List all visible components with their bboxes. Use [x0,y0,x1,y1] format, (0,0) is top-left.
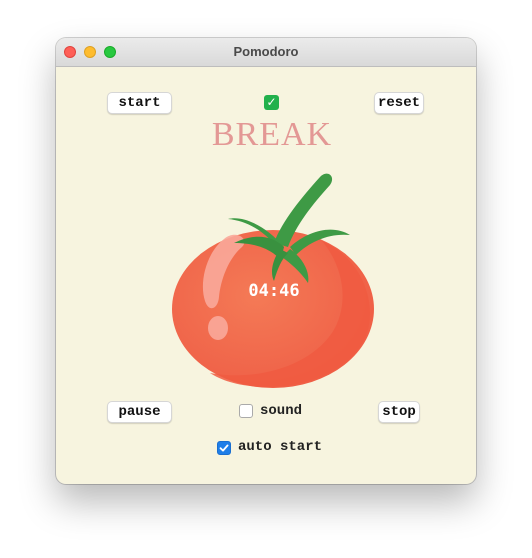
timer-display: 04:46 [248,281,300,301]
auto-start-checkbox[interactable] [217,441,231,455]
sound-label: sound [260,403,303,419]
title-bar: Pomodoro [56,38,476,67]
mode-label: BREAK [211,116,333,153]
tomato-icon [172,173,374,388]
auto-start-label: auto start [238,439,323,455]
checkmark-icon [219,444,229,452]
reset-button[interactable]: reset [374,92,424,114]
pomodoro-window: Pomodoro start ✓ reset BREAK 04:46 pause… [56,38,476,484]
pause-button[interactable]: pause [107,401,172,423]
sound-checkbox[interactable] [239,404,253,418]
stop-button[interactable]: stop [378,401,420,423]
window-title: Pomodoro [233,44,299,59]
start-button[interactable]: start [107,92,172,114]
check-mark-icon: ✓ [264,95,279,110]
